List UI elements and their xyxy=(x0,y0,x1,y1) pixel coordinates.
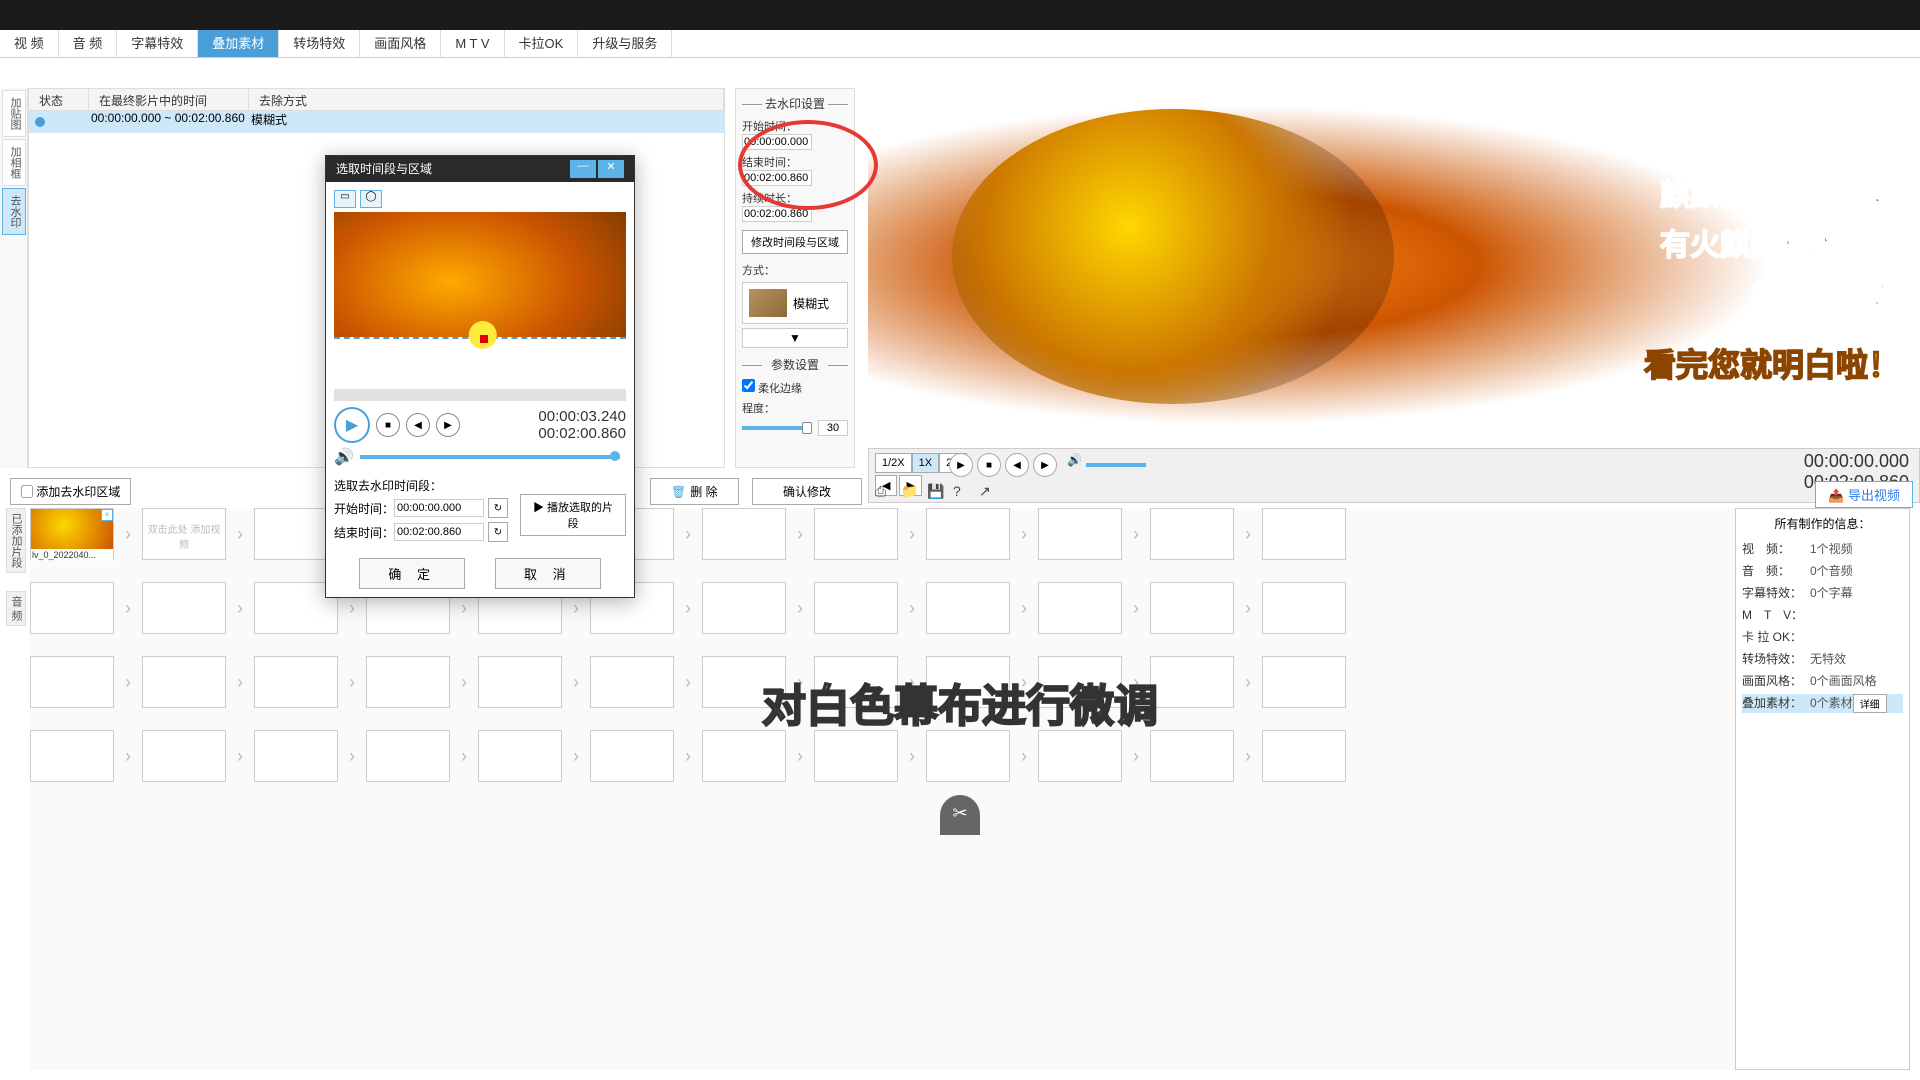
wm-end-input[interactable] xyxy=(742,170,812,186)
added-clips-label: 已添加片段 xyxy=(6,508,26,573)
wm-start-input[interactable] xyxy=(742,134,812,150)
soft-edge-checkbox[interactable] xyxy=(742,379,755,392)
watermark-settings-panel: 去水印设置 开始时间： 结束时间： 持续时长： 修改时间段与区域 方式： 模糊式… xyxy=(735,88,855,468)
wm-dur-input[interactable] xyxy=(742,206,812,222)
dialog-time-display: 00:00:03.240 00:02:00.860 xyxy=(538,408,626,442)
transition-arrow[interactable]: › xyxy=(120,508,136,560)
step-back-button[interactable]: ◀ xyxy=(1005,453,1029,477)
params-title: 参数设置 xyxy=(742,356,848,373)
production-info-panel: 所有制作的信息： 视 频：1个视频 音 频：0个音频 字幕特效：0个字幕 M T… xyxy=(1735,508,1910,1070)
speed-half[interactable]: 1/2X xyxy=(875,453,912,473)
play-button[interactable]: ▶ xyxy=(949,453,973,477)
screenshot-icon[interactable]: ⎙ xyxy=(875,483,893,501)
left-sidebar: 加贴图 加相框 去水印 xyxy=(0,88,28,468)
dialog-end-input[interactable] xyxy=(394,523,484,541)
degree-value[interactable] xyxy=(818,420,848,436)
help-icon[interactable]: ? xyxy=(953,483,971,501)
dialog-scrubber[interactable] xyxy=(334,389,626,401)
volume-slider[interactable] xyxy=(1086,463,1146,467)
dialog-volume-slider[interactable] xyxy=(360,455,620,459)
video-preview: 海岛麒麟畅聊 麒麟是龙的孙子， 有火麒麟和水麒麟 您知道吗？ 看完您就明白啦！ xyxy=(868,60,1920,470)
select-time-region-dialog: 选取时间段与区域 — ✕ ▭ ◯ ▶ ■ ◀ ▶ 00:00:03.240 00… xyxy=(325,155,635,598)
ellipse-select-tool[interactable]: ◯ xyxy=(360,190,382,208)
dialog-start-input[interactable] xyxy=(394,499,484,517)
dialog-title-text: 选取时间段与区域 xyxy=(336,160,432,178)
speed-1x[interactable]: 1X xyxy=(912,453,939,473)
subtitle-overlay: 对白色幕布进行微调 xyxy=(762,670,1158,734)
clip-placeholder-add[interactable]: 双击此处 添加视频 xyxy=(142,508,226,560)
dialog-stop-button[interactable]: ■ xyxy=(376,413,400,437)
list-row[interactable]: 00:00:00.000 ~ 00:02:00.860 模糊式 xyxy=(29,111,724,133)
dialog-next-button[interactable]: ▶ xyxy=(436,413,460,437)
tab-subtitle[interactable]: 字幕特效 xyxy=(117,30,198,57)
preview-line-1: 麒麟是龙的孙子， xyxy=(1660,170,1900,214)
preview-title-text: 海岛麒麟畅聊 xyxy=(1648,90,1900,151)
play-segment-button[interactable]: ▶ 播放选取的片段 xyxy=(520,494,626,536)
dialog-play-button[interactable]: ▶ xyxy=(334,407,370,443)
dialog-volume-icon[interactable]: 🔊 xyxy=(334,447,354,467)
timeline: 已添加片段 音 频 × lv_0_2022040... › 双击此处 添加视频 … xyxy=(30,508,1910,1070)
preview-line-3: 您知道吗？ xyxy=(1750,270,1900,314)
tab-mtv[interactable]: M T V xyxy=(441,30,504,57)
dialog-ok-button[interactable]: 确 定 xyxy=(359,558,465,589)
side-add-frame[interactable]: 加相框 xyxy=(2,139,26,186)
dialog-minimize-button[interactable]: — xyxy=(570,160,596,178)
side-remove-watermark[interactable]: 去水印 xyxy=(2,188,26,235)
pick-end-button[interactable]: ↻ xyxy=(488,522,508,542)
tab-video[interactable]: 视 频 xyxy=(0,30,59,57)
preview-yellow-text: 看完您就明白啦！ xyxy=(1644,340,1900,386)
step-fwd-button[interactable]: ▶ xyxy=(1033,453,1057,477)
save-icon[interactable]: 💾 xyxy=(927,483,945,501)
region-handle[interactable] xyxy=(480,335,488,343)
modify-time-region-button[interactable]: 修改时间段与区域 xyxy=(742,230,848,254)
confirm-modify-button[interactable]: 确认修改 xyxy=(752,478,862,505)
pick-start-button[interactable]: ↻ xyxy=(488,498,508,518)
dialog-cancel-button[interactable]: 取 消 xyxy=(495,558,601,589)
delete-button[interactable]: 🗑删 除 xyxy=(650,478,739,505)
tab-karaoke[interactable]: 卡拉OK xyxy=(505,30,579,57)
export-video-button[interactable]: 📤 导出视频 xyxy=(1815,481,1913,508)
side-add-sticker[interactable]: 加贴图 xyxy=(2,90,26,137)
rect-select-tool[interactable]: ▭ xyxy=(334,190,356,208)
tab-transition[interactable]: 转场特效 xyxy=(279,30,360,57)
preview-line-2: 有火麒麟和水麒麟 xyxy=(1660,220,1900,264)
tab-bar: 视 频 音 频 字幕特效 叠加素材 转场特效 画面风格 M T V 卡拉OK 升… xyxy=(0,30,1920,58)
audio-label: 音 频 xyxy=(6,591,26,626)
wm-title: 去水印设置 xyxy=(742,95,848,112)
tab-style[interactable]: 画面风格 xyxy=(360,30,441,57)
list-header: 状态 在最终影片中的时间 去除方式 xyxy=(29,89,724,111)
preview-controls: 1/2X 1X 2X ◀ ▶ ▶ ■ ◀ ▶ 🔊 00:00:00.000 00… xyxy=(868,448,1920,503)
tab-overlay[interactable]: 叠加素材 xyxy=(198,30,279,57)
tab-upgrade[interactable]: 升级与服务 xyxy=(578,30,672,57)
info-row: 视 频：1个视频 xyxy=(1742,540,1903,557)
clip-close-icon[interactable]: × xyxy=(101,509,113,521)
dialog-prev-button[interactable]: ◀ xyxy=(406,413,430,437)
mode-dropdown[interactable]: ▼ xyxy=(742,328,848,348)
volume-icon[interactable]: 🔊 xyxy=(1067,453,1082,477)
tab-audio[interactable]: 音 频 xyxy=(59,30,118,57)
dialog-close-button[interactable]: ✕ xyxy=(598,160,624,178)
clip-item-1[interactable]: × lv_0_2022040... xyxy=(30,508,114,560)
folder-icon[interactable]: 📁 xyxy=(901,483,919,501)
blur-mode-option[interactable]: 模糊式 xyxy=(742,282,848,324)
share-icon[interactable]: ↗ xyxy=(979,483,997,501)
detail-button[interactable]: 详细 xyxy=(1853,694,1887,713)
stop-button[interactable]: ■ xyxy=(977,453,1001,477)
mode-thumbnail xyxy=(749,289,787,317)
scissors-icon[interactable]: ✂ xyxy=(940,795,980,835)
dialog-section-label: 选取去水印时间段： xyxy=(334,477,626,494)
add-watermark-region-button[interactable]: ▢ 添加去水印区域 xyxy=(10,478,131,505)
dialog-preview-area[interactable] xyxy=(334,212,626,387)
degree-slider[interactable] xyxy=(742,426,812,430)
info-title: 所有制作的信息： xyxy=(1742,515,1903,532)
